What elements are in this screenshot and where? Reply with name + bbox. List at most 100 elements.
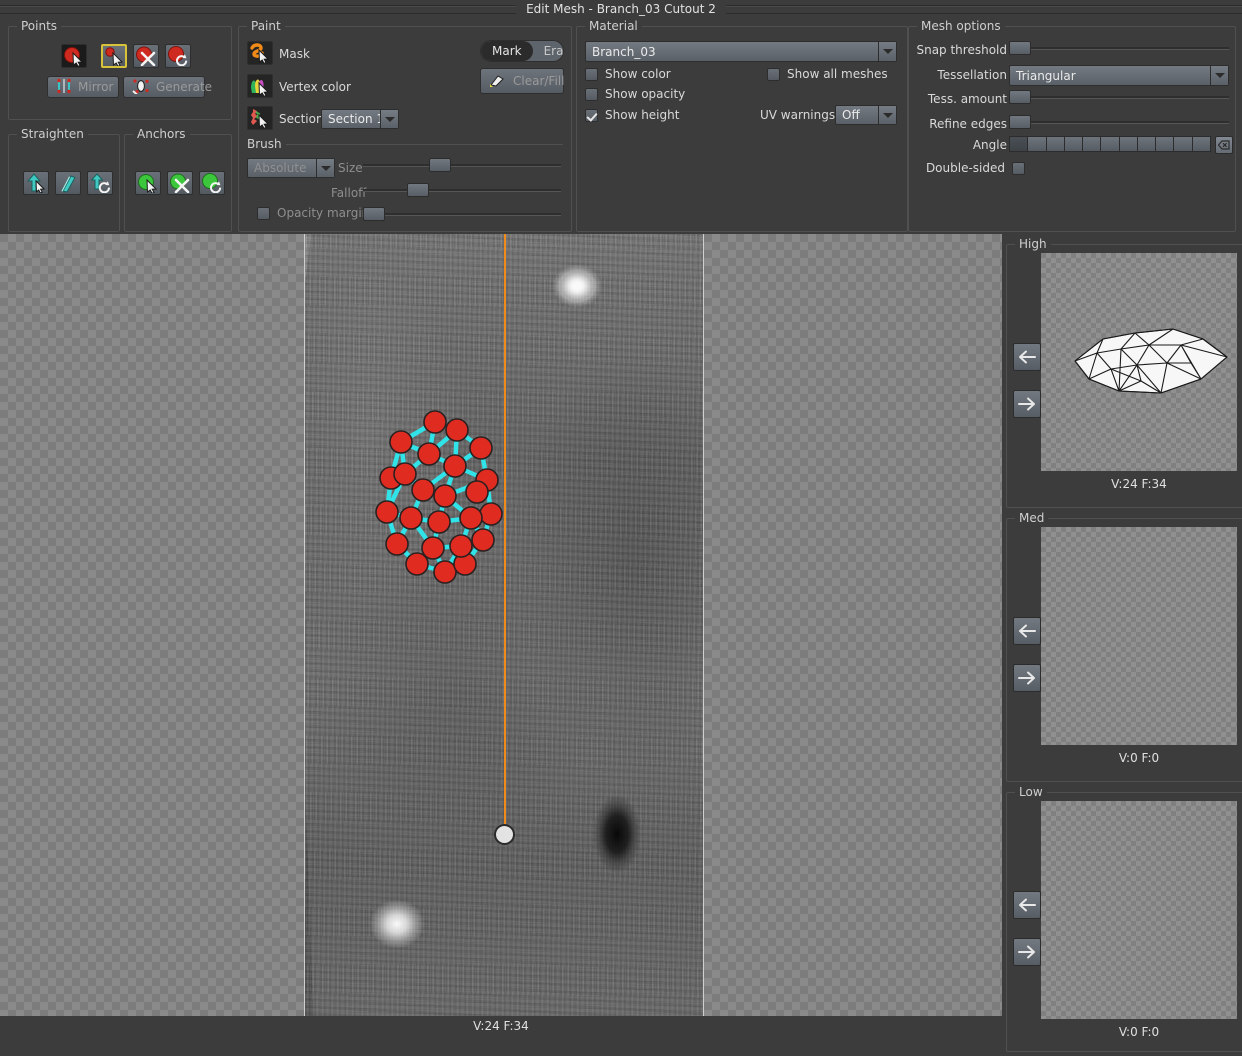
straighten-edge-tool[interactable] [55, 171, 81, 195]
show-all-meshes-row[interactable]: Show all meshes [767, 67, 888, 81]
angle-reset-button[interactable] [1215, 136, 1233, 154]
snap-threshold-slider[interactable] [1009, 41, 1229, 55]
material-select[interactable]: Branch_03 [585, 41, 897, 62]
straighten-reset-tool[interactable] [87, 171, 113, 195]
slider-knob[interactable] [1009, 41, 1031, 55]
refine-edges-label: Refine edges [929, 117, 1007, 131]
tess-amount-slider[interactable] [1009, 90, 1229, 104]
slider-knob[interactable] [1009, 90, 1031, 104]
opacity-margin-row[interactable]: Opacity margin [257, 206, 369, 220]
show-height-checkbox[interactable] [585, 108, 598, 122]
generate-button[interactable]: Generate [123, 76, 212, 98]
show-opacity-checkbox[interactable] [585, 87, 598, 101]
angle-cell[interactable] [1192, 137, 1210, 151]
lod-high-prev-button[interactable] [1013, 343, 1041, 371]
mark-erase-toggle[interactable]: Mark Erase [480, 40, 564, 62]
reset-point-tool[interactable] [165, 44, 191, 68]
show-opacity-row[interactable]: Show opacity [585, 87, 685, 101]
lod-med-next-button[interactable] [1013, 664, 1041, 692]
generate-icon [132, 78, 150, 97]
angle-bar[interactable] [1009, 136, 1211, 152]
title-rule-left [0, 4, 517, 14]
slider-track [363, 164, 561, 167]
angle-cell[interactable] [1174, 137, 1193, 151]
viewport-counts: V:24 F:34 [473, 1019, 529, 1033]
lod-med-prev-button[interactable] [1013, 617, 1041, 645]
straighten-select-tool[interactable] [23, 171, 49, 195]
refine-edges-slider[interactable] [1009, 115, 1229, 129]
opacity-margin-slider[interactable] [363, 207, 561, 221]
angle-cell[interactable] [1028, 137, 1047, 151]
lod-low-counts: V:0 F:0 [1118, 1025, 1160, 1039]
show-height-row[interactable]: Show height [585, 108, 679, 122]
show-all-meshes-checkbox[interactable] [767, 67, 780, 81]
slider-knob[interactable] [429, 158, 451, 172]
double-sided-label: Double-sided [925, 161, 1005, 175]
lod-low-prev-button[interactable] [1013, 891, 1041, 919]
anchor-delete-tool[interactable] [167, 171, 193, 195]
mirror-icon [56, 78, 72, 97]
delete-point-tool[interactable] [133, 44, 159, 68]
lod-low-preview[interactable] [1041, 801, 1237, 1019]
angle-cell[interactable] [1046, 137, 1065, 151]
lod-high-preview[interactable] [1041, 253, 1237, 471]
slider-knob[interactable] [363, 207, 385, 221]
brush-falloff-slider[interactable] [363, 183, 561, 197]
mask-label: Mask [279, 47, 310, 61]
tess-amount-label: Tess. amount [927, 92, 1007, 106]
arrow-left-icon [1019, 350, 1036, 364]
brush-mode-select[interactable]: Absolute [247, 158, 335, 178]
slider-knob[interactable] [407, 183, 429, 197]
brush-subpanel-title: Brush [247, 137, 286, 151]
lod-low-title: Low [1015, 785, 1047, 799]
angle-cell[interactable] [1083, 137, 1102, 151]
mark-segment[interactable]: Mark [481, 41, 533, 61]
uv-warnings-value: Off [842, 108, 860, 122]
texture-canvas[interactable]: [data-name="mesh-vertices"] circle{fill:… [304, 234, 704, 1036]
erase-segment[interactable]: Erase [533, 41, 563, 61]
slider-knob[interactable] [1009, 115, 1031, 129]
points-panel-title: Points [17, 19, 62, 33]
angle-cell[interactable] [1119, 137, 1138, 151]
chevron-down-icon [380, 110, 398, 128]
mesh-viewport[interactable]: [data-name="mesh-vertices"] circle{fill:… [0, 234, 1002, 1036]
show-color-checkbox[interactable] [585, 67, 598, 81]
section-select[interactable]: Section 1 [321, 109, 399, 129]
opacity-margin-checkbox[interactable] [257, 206, 270, 220]
double-sided-row[interactable]: Double-sided [915, 161, 1025, 175]
arrow-right-icon [1018, 945, 1035, 959]
slider-track [363, 189, 561, 192]
anchor-select-tool[interactable] [135, 171, 161, 195]
angle-cell[interactable] [1064, 137, 1084, 151]
add-point-tool[interactable] [101, 44, 127, 68]
uv-warnings-label: UV warnings [760, 108, 836, 122]
mesh-options-panel: Mesh options Snap threshold Tessellation… [908, 19, 1236, 232]
vertex-color-tool[interactable] [247, 74, 273, 98]
section-select-value: Section 1 [328, 112, 380, 126]
angle-cell[interactable] [1010, 137, 1029, 151]
angle-cell[interactable] [1137, 137, 1157, 151]
reset-icon [1218, 140, 1230, 150]
slider-track [1009, 121, 1229, 124]
brush-size-slider[interactable] [363, 158, 561, 172]
angle-cell[interactable] [1156, 137, 1175, 151]
vertex-color-label: Vertex color [279, 80, 351, 94]
angle-label: Angle [972, 138, 1007, 152]
clear-fill-button[interactable]: Clear/Fill [480, 68, 564, 94]
lod-med-preview[interactable] [1041, 527, 1237, 745]
double-sided-checkbox[interactable] [1012, 161, 1025, 175]
anchor-reset-tool[interactable] [199, 171, 225, 195]
lod-high-next-button[interactable] [1013, 390, 1041, 418]
uv-warnings-select[interactable]: Off [835, 105, 897, 125]
lod-low-next-button[interactable] [1013, 938, 1041, 966]
section-tool[interactable] [247, 106, 273, 130]
axis-handle[interactable] [494, 824, 515, 845]
mask-tool[interactable] [247, 41, 273, 65]
angle-cell[interactable] [1101, 137, 1120, 151]
select-point-tool[interactable] [61, 44, 87, 68]
generate-label: Generate [156, 80, 213, 94]
mirror-button[interactable]: Mirror [47, 76, 119, 98]
show-color-row[interactable]: Show color [585, 67, 671, 81]
tessellation-select[interactable]: Triangular [1009, 65, 1229, 86]
axis-guide-line[interactable] [504, 234, 506, 836]
